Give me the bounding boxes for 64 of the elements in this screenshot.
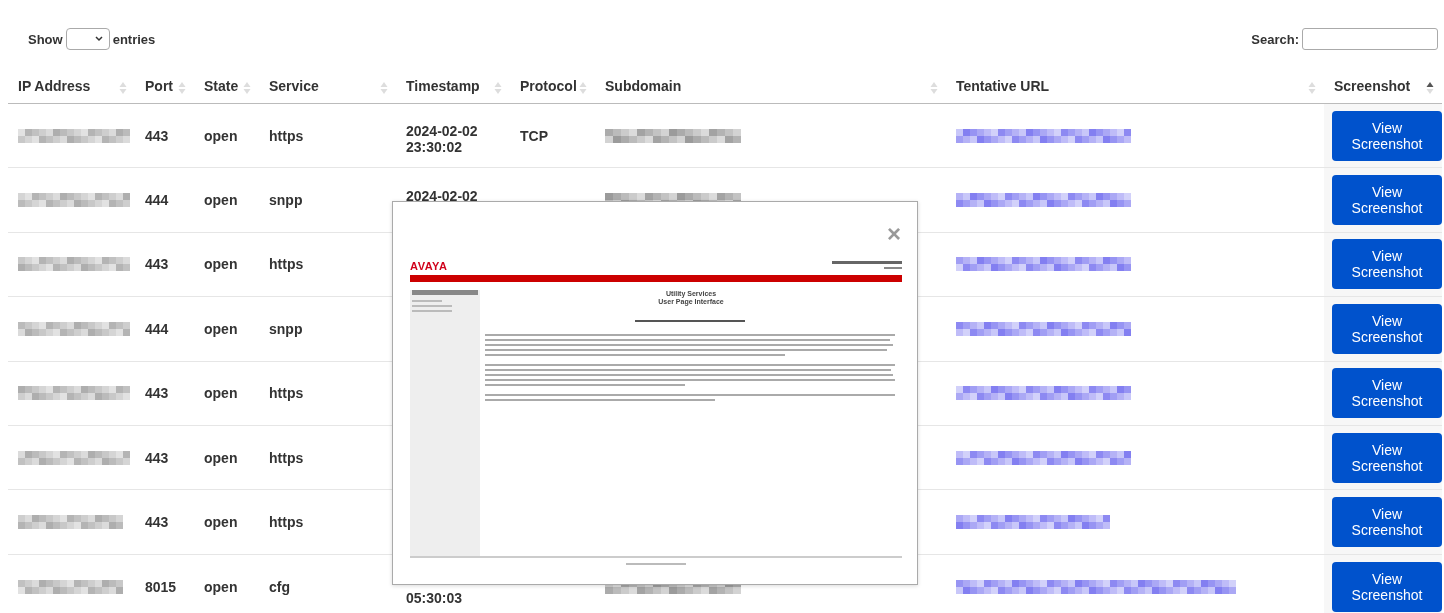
- state-cell: open: [204, 192, 238, 209]
- column-header[interactable]: Screenshot: [1334, 78, 1411, 94]
- state-cell: open: [204, 127, 238, 144]
- timestamp-time: 05:30:03: [406, 590, 464, 607]
- column-header[interactable]: Timestamp: [406, 78, 480, 94]
- blurred-link[interactable]: [956, 515, 1110, 530]
- view-screenshot-button[interactable]: View Screenshot: [1332, 239, 1442, 290]
- view-screenshot-button[interactable]: View Screenshot: [1332, 368, 1442, 419]
- state-cell: open: [204, 385, 238, 402]
- state-cell: open: [204, 320, 238, 337]
- column-header[interactable]: Subdomain: [605, 78, 682, 94]
- port-cell: 443: [145, 514, 169, 531]
- blurred-link[interactable]: [956, 386, 1131, 401]
- port-cell: 8015: [145, 578, 177, 595]
- state-cell: open: [204, 449, 238, 466]
- column-header[interactable]: Service: [269, 78, 319, 94]
- timestamp-date: 2024-02-02: [406, 123, 479, 140]
- logo: AVAYA: [410, 260, 448, 272]
- service-cell: https: [269, 449, 304, 466]
- port-cell: 443: [145, 256, 169, 273]
- blurred-link[interactable]: [956, 450, 1131, 465]
- view-screenshot-button[interactable]: View Screenshot: [1332, 497, 1442, 548]
- chevron-down-icon: [94, 36, 103, 42]
- service-cell: https: [269, 514, 304, 531]
- port-cell: 443: [145, 127, 169, 144]
- column-header[interactable]: Tentative URL: [956, 78, 1050, 94]
- service-cell: snpp: [269, 192, 303, 209]
- view-screenshot-button[interactable]: View Screenshot: [1332, 561, 1442, 612]
- show-label: Show: [28, 31, 63, 47]
- entries-label: entries: [112, 31, 156, 47]
- service-cell: https: [269, 385, 304, 402]
- blurred-text: [832, 261, 902, 271]
- entries-dropdown[interactable]: [65, 28, 110, 50]
- state-cell: open: [204, 578, 238, 595]
- timestamp-time: 23:30:02: [406, 139, 464, 156]
- blurred-link[interactable]: [956, 257, 1131, 272]
- port-cell: 444: [145, 320, 169, 337]
- blurred-text: [626, 563, 686, 566]
- port-cell: 443: [145, 385, 169, 402]
- service-cell: https: [269, 127, 304, 144]
- state-cell: open: [204, 256, 238, 273]
- sort-icon[interactable]: [1426, 81, 1434, 95]
- view-screenshot-button[interactable]: View Screenshot: [1332, 432, 1442, 483]
- service-cell: cfg: [269, 578, 290, 595]
- blurred-link[interactable]: [956, 193, 1131, 208]
- column-header[interactable]: IP Address: [18, 78, 91, 94]
- view-screenshot-button[interactable]: View Screenshot: [1332, 110, 1442, 161]
- search-field[interactable]: [1302, 28, 1438, 50]
- service-cell: https: [269, 256, 304, 273]
- service-cell: snpp: [269, 320, 303, 337]
- column-header[interactable]: Port: [145, 78, 173, 94]
- state-cell: open: [204, 514, 238, 531]
- blurred-link[interactable]: [956, 128, 1131, 143]
- port-cell: 444: [145, 192, 169, 209]
- view-screenshot-button[interactable]: View Screenshot: [1332, 175, 1442, 226]
- search-label: Search:: [1251, 31, 1299, 47]
- column-header[interactable]: State: [204, 78, 239, 94]
- port-cell: 443: [145, 449, 169, 466]
- column-header[interactable]: Protocol: [520, 78, 577, 94]
- blurred-link[interactable]: [956, 321, 1131, 336]
- view-screenshot-button[interactable]: View Screenshot: [1332, 303, 1442, 354]
- timestamp-date: 2024-02-02: [406, 187, 479, 204]
- blurred-link[interactable]: [956, 579, 1236, 594]
- protocol-cell: TCP: [520, 127, 548, 144]
